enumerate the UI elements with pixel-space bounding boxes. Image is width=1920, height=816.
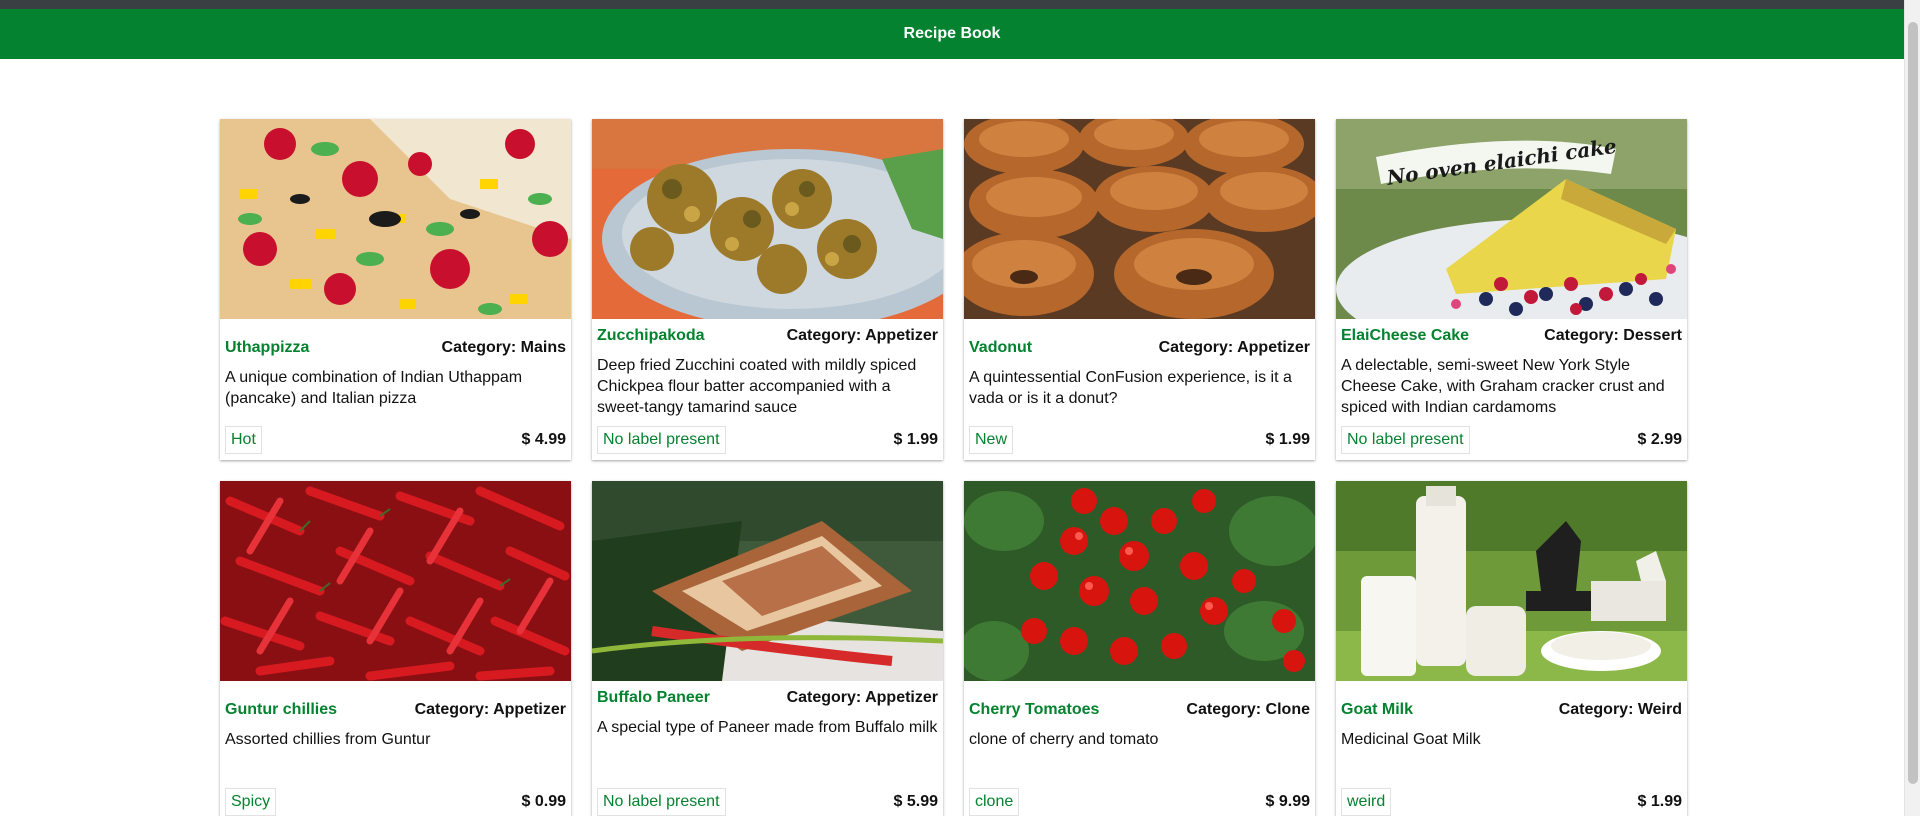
recipe-name[interactable]: Zucchipakoda [597, 327, 705, 345]
recipe-card-elaicheese-cake[interactable]: No oven elaichi cake ElaiCheese Cake Cat… [1336, 119, 1687, 460]
app-bar: Recipe Book [0, 9, 1904, 59]
recipe-name[interactable]: Guntur chillies [225, 701, 337, 719]
recipe-image-pizza[interactable] [220, 119, 571, 319]
recipe-price: $ 5.99 [893, 793, 938, 810]
recipe-price: $ 2.99 [1637, 431, 1682, 448]
recipe-category: Category: Weird [1558, 701, 1682, 718]
recipe-label-badge: clone [969, 788, 1020, 816]
page-scrollbar[interactable] [1904, 0, 1920, 816]
recipe-price: $ 9.99 [1265, 793, 1310, 810]
scrollbar-thumb[interactable] [1908, 22, 1918, 784]
recipe-info: Uthappizza Category: Mains A unique comb… [220, 319, 571, 460]
recipe-card-cherry-tomatoes[interactable]: Cherry Tomatoes Category: Clone clone of… [964, 481, 1315, 816]
recipe-name[interactable]: ElaiCheese Cake [1341, 327, 1469, 345]
recipe-label-badge: Spicy [225, 788, 277, 816]
recipe-price: $ 0.99 [521, 793, 566, 810]
recipe-image-donuts[interactable] [964, 119, 1315, 319]
recipe-info: Guntur chillies Category: Appetizer Asso… [220, 681, 571, 816]
recipe-image-tomatoes[interactable] [964, 481, 1315, 681]
recipe-image-cake[interactable]: No oven elaichi cake [1336, 119, 1687, 319]
recipe-card-buffalo-paneer[interactable]: Buffalo Paneer Category: Appetizer A spe… [592, 481, 943, 816]
recipe-description: A unique combination of Indian Uthappam … [225, 369, 523, 407]
recipe-image-paneer[interactable] [592, 481, 943, 681]
recipe-category: Category: Clone [1186, 701, 1310, 718]
recipe-info: Cherry Tomatoes Category: Clone clone of… [964, 681, 1315, 816]
recipe-info: Buffalo Paneer Category: Appetizer A spe… [592, 681, 943, 816]
app-title: Recipe Book [903, 25, 1001, 42]
recipe-description: clone of cherry and tomato [969, 731, 1159, 748]
recipe-info: Goat Milk Category: Weird Medicinal Goat… [1336, 681, 1687, 816]
recipe-category: Category: Appetizer [786, 327, 938, 344]
recipe-label-badge: New [969, 426, 1014, 454]
recipe-grid: Uthappizza Category: Mains A unique comb… [220, 119, 1687, 816]
recipe-description: Medicinal Goat Milk [1341, 731, 1481, 748]
recipe-category: Category: Dessert [1544, 327, 1682, 344]
recipe-image-chillies[interactable] [220, 481, 571, 681]
recipe-description: A quintessential ConFusion experience, i… [969, 369, 1292, 407]
recipe-description: A special type of Paneer made from Buffa… [597, 719, 938, 736]
browser-top-strip [0, 0, 1904, 9]
recipe-category: Category: Appetizer [786, 689, 938, 706]
recipe-info: Zucchipakoda Category: Appetizer Deep fr… [592, 319, 943, 460]
recipe-price: $ 1.99 [1637, 793, 1682, 810]
recipe-price: $ 1.99 [1265, 431, 1310, 448]
recipe-description: A delectable, semi-sweet New York Style … [1341, 357, 1665, 416]
recipe-card-vadonut[interactable]: Vadonut Category: Appetizer A quintessen… [964, 119, 1315, 460]
recipe-info: Vadonut Category: Appetizer A quintessen… [964, 319, 1315, 460]
recipe-category: Category: Appetizer [1158, 339, 1310, 356]
recipe-name[interactable]: Goat Milk [1341, 701, 1413, 719]
recipe-name[interactable]: Buffalo Paneer [597, 689, 710, 707]
recipe-description: Assorted chillies from Guntur [225, 731, 431, 748]
recipe-description: Deep fried Zucchini coated with mildly s… [597, 357, 917, 416]
recipe-category: Category: Mains [441, 339, 566, 356]
recipe-name[interactable]: Vadonut [969, 339, 1032, 357]
recipe-image-pakoda[interactable] [592, 119, 943, 319]
recipe-image-goatmilk[interactable] [1336, 481, 1687, 681]
recipe-card-zucchipakoda[interactable]: Zucchipakoda Category: Appetizer Deep fr… [592, 119, 943, 460]
recipe-label-badge: No label present [597, 426, 726, 454]
recipe-price: $ 1.99 [893, 431, 938, 448]
recipe-name[interactable]: Uthappizza [225, 339, 309, 357]
recipe-card-guntur-chillies[interactable]: Guntur chillies Category: Appetizer Asso… [220, 481, 571, 816]
recipe-category: Category: Appetizer [414, 701, 566, 718]
recipe-label-badge: No label present [597, 788, 726, 816]
recipe-label-badge: Hot [225, 426, 262, 454]
recipe-info: ElaiCheese Cake Category: Dessert A dele… [1336, 319, 1687, 460]
recipe-price: $ 4.99 [521, 431, 566, 448]
recipe-label-badge: weird [1341, 788, 1392, 816]
recipe-card-goat-milk[interactable]: Goat Milk Category: Weird Medicinal Goat… [1336, 481, 1687, 816]
recipe-name[interactable]: Cherry Tomatoes [969, 701, 1099, 719]
recipe-card-uthappizza[interactable]: Uthappizza Category: Mains A unique comb… [220, 119, 571, 460]
recipe-label-badge: No label present [1341, 426, 1470, 454]
